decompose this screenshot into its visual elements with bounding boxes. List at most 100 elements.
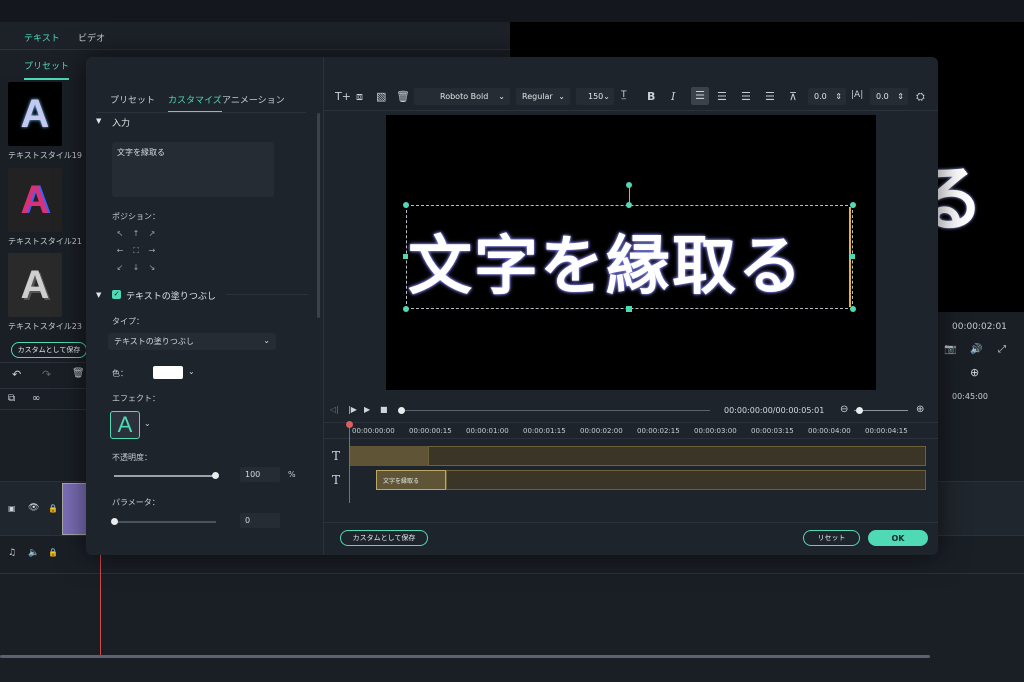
trash-icon[interactable]: 🗑 — [72, 368, 85, 379]
letter-spacing-field[interactable]: 0.0 ⇕ — [808, 88, 846, 105]
tab-customize[interactable]: カスタマイズ — [168, 93, 222, 113]
align-right-icon[interactable]: ☰ — [741, 90, 751, 103]
align-left-icon[interactable]: ☰ — [691, 87, 709, 105]
trash-icon[interactable]: 🗑 — [396, 90, 410, 103]
lock-icon[interactable]: 🔒 — [48, 504, 58, 513]
align-center-icon[interactable]: ☰ — [717, 90, 727, 103]
color-swatch[interactable] — [153, 366, 183, 379]
opacity-slider[interactable] — [114, 475, 216, 477]
horizontal-scrollbar[interactable] — [0, 655, 930, 658]
font-size-select[interactable]: 150 ⌄ — [576, 88, 614, 105]
text-clip[interactable]: 文字を縁取る — [376, 470, 446, 490]
font-weight-select[interactable]: Regular ⌄ — [516, 88, 570, 105]
resize-handle[interactable] — [850, 254, 855, 259]
speaker-icon[interactable]: 🔈 — [28, 548, 39, 558]
chevron-down-icon[interactable]: ⌄ — [188, 367, 195, 376]
playhead[interactable] — [349, 423, 350, 503]
save-as-custom-button[interactable]: カスタムとして保存 — [11, 342, 87, 358]
effect-picker[interactable]: A — [110, 411, 140, 439]
font-family-select[interactable]: Roboto Bold ⌄ — [414, 88, 510, 105]
align-top-icon[interactable]: ↑ — [128, 229, 144, 238]
timeline-clip[interactable] — [350, 446, 428, 466]
resize-handle[interactable] — [850, 202, 856, 208]
zoom-in-icon[interactable]: ⊕ — [970, 366, 979, 379]
eye-icon[interactable]: 👁 — [28, 503, 39, 513]
resize-handle[interactable] — [850, 306, 856, 312]
collapse-icon[interactable]: ▼ — [96, 117, 101, 125]
tab-preset[interactable]: プリセット — [110, 93, 155, 106]
resize-handle[interactable] — [403, 306, 409, 312]
opacity-slider-knob[interactable] — [212, 472, 219, 479]
fill-checkbox[interactable]: ✓ — [112, 290, 121, 299]
scrubber-knob[interactable] — [398, 407, 405, 414]
align-bottom-icon[interactable]: ↓ — [128, 263, 144, 272]
app-top-bar — [0, 0, 1024, 22]
add-text-icon[interactable]: T+ — [335, 90, 351, 103]
align-center-icon[interactable]: ⛶ — [128, 246, 144, 256]
type-select[interactable]: テキストの塗りつぶし ⌄ — [108, 333, 276, 350]
zoom-in-icon[interactable]: ⊕ — [916, 404, 924, 415]
align-bottom-right-icon[interactable]: ↘ — [144, 263, 160, 272]
panel-scrollbar[interactable] — [317, 113, 320, 318]
tab-animation[interactable]: アニメーション — [222, 93, 285, 106]
camera-icon[interactable]: 📷 — [944, 344, 956, 355]
play-icon[interactable]: ▶ — [364, 405, 370, 414]
playback-scrubber[interactable] — [400, 410, 710, 411]
thumb-style-21[interactable]: A — [8, 168, 62, 232]
lock-icon[interactable]: 🔒 — [48, 548, 58, 557]
align-bottom-left-icon[interactable]: ↙ — [112, 263, 128, 272]
resize-handle[interactable] — [626, 202, 632, 208]
resize-handle[interactable] — [403, 254, 408, 259]
text-track-icon: T — [332, 473, 341, 487]
redo-icon[interactable]: ↷ — [42, 368, 51, 381]
playhead-knob[interactable] — [346, 421, 353, 428]
opacity-value-field[interactable]: 100 — [240, 467, 280, 482]
resize-handle[interactable] — [403, 202, 409, 208]
thumb-style-23[interactable]: A — [8, 253, 62, 317]
line-spacing-field[interactable]: 0.0 ⇕ — [870, 88, 908, 105]
layers-icon[interactable]: ⛭ — [916, 90, 925, 104]
fullscreen-icon[interactable]: ⤢ — [998, 344, 1006, 355]
parameter-slider-knob[interactable] — [111, 518, 118, 525]
italic-icon[interactable]: I — [671, 90, 675, 103]
parameter-value-field[interactable]: 0 — [240, 513, 280, 528]
settings-panel: プリセット カスタマイズ アニメーション ▼ 入力 文字を縁取る ポジション： … — [86, 57, 324, 555]
line-spacing-icon[interactable]: |A| — [851, 90, 863, 100]
canvas-text[interactable]: 文字を縁取る — [408, 215, 804, 307]
undo-icon[interactable]: ↶ — [12, 368, 21, 381]
volume-icon[interactable]: 🔊 — [970, 344, 982, 355]
tab-text[interactable]: テキスト — [24, 31, 60, 53]
align-top-right-icon[interactable]: ↗ — [144, 229, 160, 238]
save-as-custom-button[interactable]: カスタムとして保存 — [340, 530, 428, 546]
parameter-slider[interactable] — [114, 521, 216, 523]
stop-icon[interactable]: ■ — [380, 405, 388, 414]
reset-button[interactable]: リセット — [803, 530, 860, 546]
copy-icon[interactable]: ⧉ — [8, 393, 15, 404]
ok-button[interactable]: OK — [868, 530, 928, 546]
collapse-icon[interactable]: ▼ — [96, 291, 101, 299]
zoom-slider-knob[interactable] — [856, 407, 863, 414]
subtab-preset[interactable]: プリセット — [24, 59, 70, 80]
resize-handle[interactable] — [626, 306, 632, 312]
text-size-icon[interactable]: T̲ — [621, 90, 627, 100]
image-icon[interactable]: ▧ — [376, 90, 386, 103]
step-icon[interactable]: |▶ — [348, 405, 357, 414]
align-right-icon[interactable]: → — [144, 246, 160, 255]
prev-frame-icon[interactable]: ◁| — [330, 405, 339, 414]
link-icon[interactable]: ∞ — [32, 393, 40, 404]
vertical-align-icon[interactable]: ⊼ — [789, 90, 797, 103]
position-grid[interactable]: ↖ ↑ ↗ ← ⛶ → ↙ ↓ ↘ — [112, 225, 160, 277]
preview-canvas[interactable]: 文字を縁取る — [386, 115, 876, 390]
chevron-down-icon[interactable]: ⌄ — [144, 419, 151, 428]
zoom-out-icon[interactable]: ⊖ — [840, 404, 848, 415]
rotate-handle[interactable] — [626, 182, 632, 188]
bold-icon[interactable]: B — [647, 90, 655, 103]
effect-label: エフェクト： — [112, 394, 160, 403]
thumb-style-19[interactable]: A — [8, 82, 62, 146]
crop-icon[interactable]: ⧈ — [356, 90, 363, 104]
align-left-icon[interactable]: ← — [112, 246, 128, 255]
text-input[interactable]: 文字を縁取る — [112, 142, 274, 197]
align-top-left-icon[interactable]: ↖ — [112, 229, 128, 238]
justify-icon[interactable]: ☰ — [765, 90, 775, 103]
tab-video[interactable]: ビデオ — [78, 31, 105, 44]
